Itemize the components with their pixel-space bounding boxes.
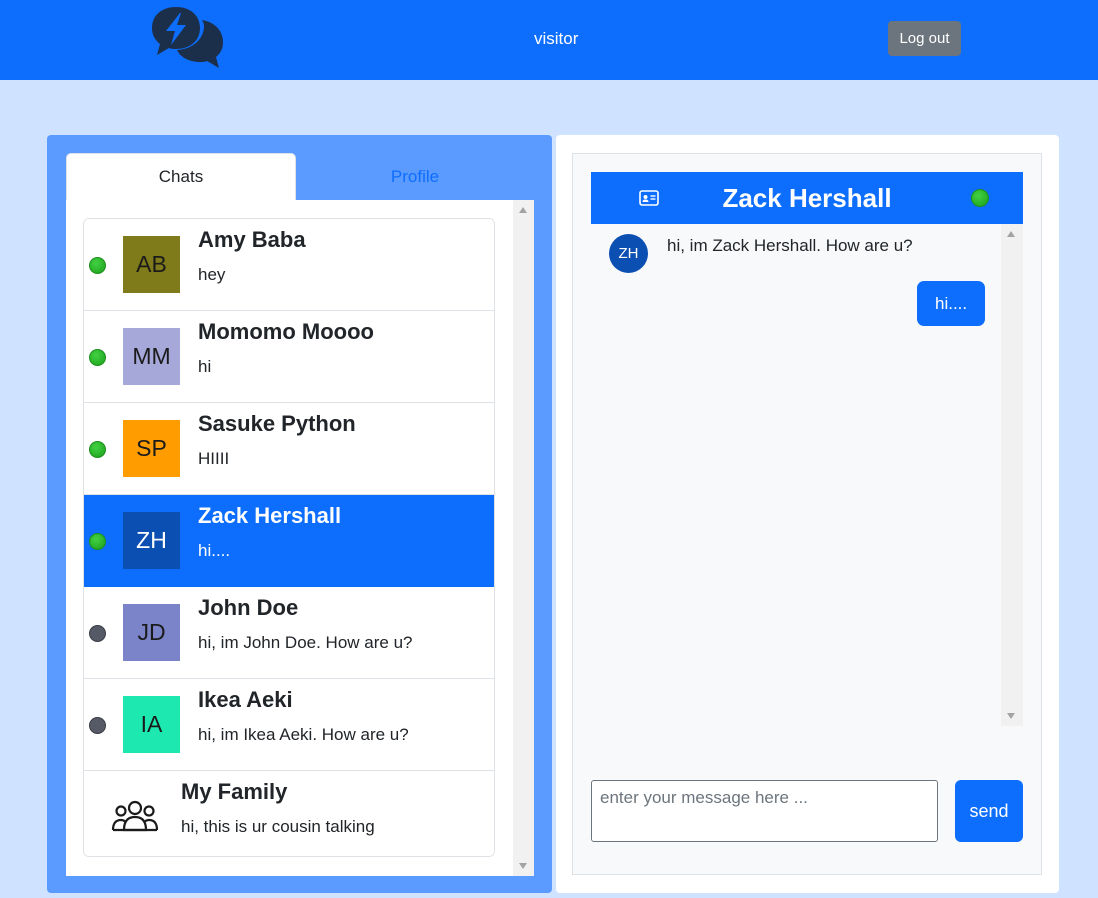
chat-item[interactable]: IA Ikea Aeki hi, im Ikea Aeki. How are u? [84, 679, 494, 771]
avatar: MM [123, 328, 180, 385]
chat-item[interactable]: AB Amy Baba hey [84, 219, 494, 311]
tab-profile[interactable]: Profile [299, 153, 531, 200]
chat-item-group[interactable]: My Family hi, this is ur cousin talking [84, 771, 494, 856]
group-icon [111, 800, 159, 832]
avatar: ZH [123, 512, 180, 569]
chat-item[interactable]: JD John Doe hi, im John Doe. How are u? [84, 587, 494, 679]
group-name: My Family [181, 779, 288, 804]
chat-name: John Doe [198, 595, 299, 620]
scroll-down-arrow-icon[interactable] [1007, 713, 1015, 719]
chat-item[interactable]: SP Sasuke Python HIIII [84, 403, 494, 495]
avatar: JD [123, 604, 180, 661]
logout-button[interactable]: Log out [888, 21, 961, 56]
current-username: visitor [534, 29, 579, 48]
status-dot [89, 717, 106, 734]
status-dot [89, 441, 106, 458]
chat-last-message: hey [198, 265, 226, 284]
tab-chats[interactable]: Chats [66, 153, 296, 200]
message-scrollbar[interactable] [1001, 224, 1023, 726]
send-button[interactable]: send [955, 780, 1023, 842]
scroll-up-arrow-icon[interactable] [519, 207, 527, 213]
chat-last-message: hi, im Ikea Aeki. How are u? [198, 725, 409, 744]
chat-name: Sasuke Python [198, 411, 356, 436]
status-dot [89, 625, 106, 642]
conversation-header: Zack Hershall [591, 172, 1023, 224]
scroll-down-arrow-icon[interactable] [519, 863, 527, 869]
chat-last-message: HIIII [198, 449, 230, 468]
status-dot [89, 257, 106, 274]
left-panel: Chats Profile AB Amy Baba hey MM Momomo Mooo… [47, 135, 552, 893]
conversation-panel: Zack Hershall ZH hi, im Zack Hershall. H… [572, 153, 1042, 875]
incoming-message: hi, im Zack Hershall. How are u? [667, 236, 913, 255]
message-input[interactable] [591, 780, 938, 842]
app-logo-icon[interactable] [150, 5, 226, 71]
chat-last-message: hi, im John Doe. How are u? [198, 633, 413, 652]
contact-status-dot [971, 189, 989, 207]
chat-name: Amy Baba [198, 227, 306, 252]
avatar: IA [123, 696, 180, 753]
group-last-message: hi, this is ur cousin talking [181, 817, 375, 836]
outgoing-message: hi.... [917, 281, 986, 326]
chat-last-message: hi [198, 357, 212, 376]
message-area: ZH hi, im Zack Hershall. How are u? hi..… [591, 224, 1023, 726]
avatar: AB [123, 236, 180, 293]
status-dot [89, 349, 106, 366]
top-navbar: visitor Log out [0, 0, 1098, 80]
status-dot [89, 533, 106, 550]
chat-list: AB Amy Baba hey MM Momomo Moooo hi SP Sasuke Py… [83, 218, 495, 857]
chat-name: Momomo Moooo [198, 319, 374, 344]
chat-list-container: AB Amy Baba hey MM Momomo Moooo hi SP Sasuke Py… [66, 200, 534, 876]
chat-last-message: hi.... [198, 541, 231, 560]
chat-name: Ikea Aeki [198, 687, 293, 712]
chat-name: Zack Hershall [198, 503, 342, 528]
right-panel: Zack Hershall ZH hi, im Zack Hershall. H… [556, 135, 1059, 893]
scroll-up-arrow-icon[interactable] [1007, 231, 1015, 237]
chat-item[interactable]: ZH Zack Hershall hi.... [84, 495, 494, 587]
message-avatar: ZH [609, 234, 648, 273]
contact-card-icon[interactable] [639, 190, 659, 206]
chat-list-scrollbar[interactable] [513, 200, 534, 876]
avatar: SP [123, 420, 180, 477]
chat-item[interactable]: MM Momomo Moooo hi [84, 311, 494, 403]
